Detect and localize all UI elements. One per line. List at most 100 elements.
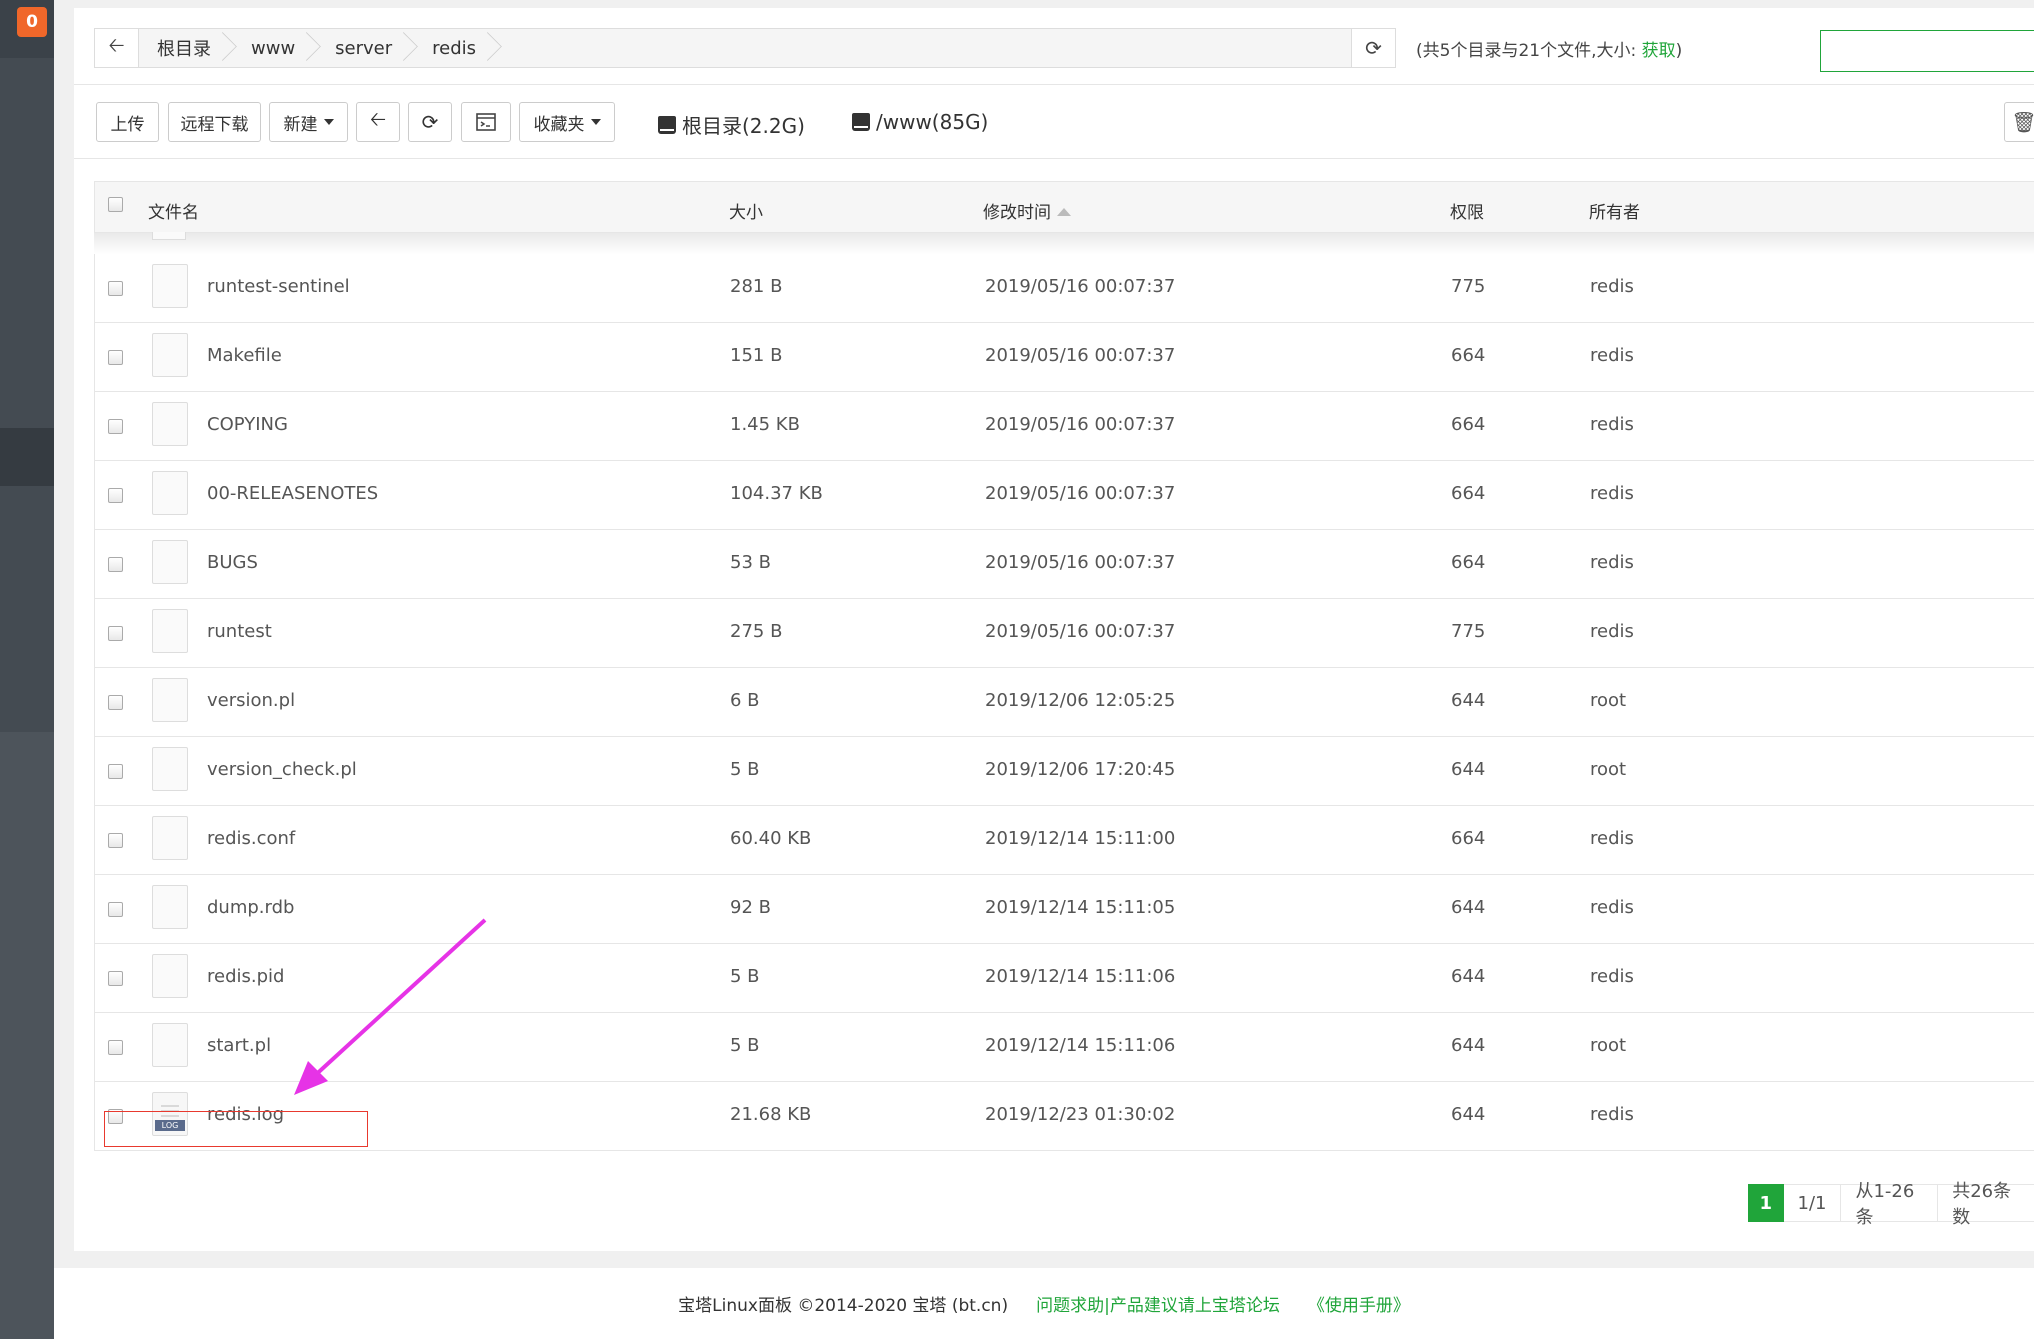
breadcrumb-www[interactable]: www (233, 29, 317, 67)
file-owner[interactable]: redis (1590, 897, 1634, 918)
file-permission[interactable]: 664 (1451, 483, 1485, 504)
breadcrumb-redis[interactable]: redis (414, 29, 498, 67)
header-modified[interactable]: 修改时间 (983, 198, 1071, 223)
row-checkbox[interactable] (108, 833, 123, 848)
file-name[interactable]: runtest-sentinel (207, 276, 350, 297)
file-permission[interactable]: 644 (1451, 1104, 1485, 1125)
file-owner[interactable]: redis (1590, 414, 1634, 435)
trash-icon[interactable]: 🗑 (2004, 102, 2034, 142)
file-name[interactable]: 00-RELEASENOTES (207, 483, 378, 504)
file-permission[interactable]: 664 (1451, 345, 1485, 366)
table-row[interactable]: BUGS 53 B 2019/05/16 00:07:37 664 redis (94, 530, 2034, 599)
row-checkbox[interactable] (108, 626, 123, 641)
highlight-box (104, 1111, 368, 1147)
notification-badge[interactable]: 0 (17, 7, 47, 37)
file-modified: 2019/05/16 00:07:37 (985, 345, 1176, 366)
file-modified: 2019/05/16 00:07:37 (985, 414, 1176, 435)
divider (74, 84, 2034, 85)
file-name[interactable]: runtest (207, 621, 272, 642)
file-permission[interactable]: 644 (1451, 1035, 1485, 1056)
file-owner[interactable]: redis (1590, 483, 1634, 504)
file-permission[interactable]: 664 (1451, 552, 1485, 573)
file-size: 6 B (730, 690, 760, 711)
header-size[interactable]: 大小 (729, 198, 763, 223)
row-checkbox[interactable] (108, 971, 123, 986)
breadcrumb-root[interactable]: 根目录 (139, 29, 233, 67)
file-name[interactable]: COPYING (207, 414, 288, 435)
refresh-icon[interactable]: ⟳ (1351, 29, 1395, 67)
refresh-icon[interactable]: ⟳ (408, 102, 452, 142)
file-name[interactable]: version.pl (207, 690, 295, 711)
new-label: 新建 (283, 114, 318, 135)
file-permission[interactable]: 644 (1451, 966, 1485, 987)
row-checkbox[interactable] (108, 350, 123, 365)
search-input[interactable] (1820, 30, 2034, 72)
file-size: 5 B (730, 1035, 760, 1056)
row-checkbox[interactable] (108, 1040, 123, 1055)
row-checkbox[interactable] (108, 419, 123, 434)
file-permission[interactable]: 644 (1451, 690, 1485, 711)
table-row[interactable]: 00-RELEASENOTES 104.37 KB 2019/05/16 00:07… (94, 461, 2034, 530)
file-owner[interactable]: root (1590, 759, 1626, 780)
row-checkbox[interactable] (108, 902, 123, 917)
table-row[interactable]: COPYING 1.45 KB 2019/05/16 00:07:37 664 redi… (94, 392, 2034, 461)
file-permission[interactable]: 775 (1451, 621, 1485, 642)
row-checkbox[interactable] (108, 557, 123, 572)
favorites-dropdown-button[interactable]: 收藏夹 (519, 102, 615, 142)
footer-forum-link[interactable]: 问题求助|产品建议请上宝塔论坛 (1036, 1291, 1280, 1316)
file-owner[interactable]: redis (1590, 552, 1634, 573)
file-modified: 2019/12/06 17:20:45 (985, 759, 1176, 780)
file-owner[interactable]: redis (1590, 621, 1634, 642)
table-row[interactable]: version.pl 6 B 2019/12/06 12:05:25 644 root (94, 668, 2034, 737)
file-permission[interactable]: 664 (1451, 828, 1485, 849)
header-permission[interactable]: 权限 (1450, 198, 1484, 223)
file-modified: 2019/05/16 00:07:37 (985, 621, 1176, 642)
file-owner[interactable]: root (1590, 1035, 1626, 1056)
file-name[interactable]: redis.pid (207, 966, 284, 987)
select-all-checkbox[interactable] (108, 197, 123, 212)
file-name[interactable]: redis.conf (207, 828, 295, 849)
row-checkbox[interactable] (108, 764, 123, 779)
row-checkbox[interactable] (108, 695, 123, 710)
new-dropdown-button[interactable]: 新建 (269, 102, 348, 142)
terminal-icon[interactable] (461, 102, 511, 142)
upload-button[interactable]: 上传 (96, 102, 159, 142)
table-row[interactable]: Makefile 151 B 2019/05/16 00:07:37 664 redis (94, 323, 2034, 392)
file-name[interactable]: Makefile (207, 345, 282, 366)
table-row[interactable]: version_check.pl 5 B 2019/12/06 17:20:45 64… (94, 737, 2034, 806)
file-owner[interactable]: root (1590, 690, 1626, 711)
file-permission[interactable]: 664 (1451, 414, 1485, 435)
table-row[interactable]: redis.conf 60.40 KB 2019/12/14 15:11:00 664… (94, 806, 2034, 875)
row-checkbox[interactable] (108, 488, 123, 503)
file-name[interactable]: version_check.pl (207, 759, 357, 780)
file-owner[interactable]: redis (1590, 1104, 1634, 1125)
file-permission[interactable]: 644 (1451, 759, 1485, 780)
page-current[interactable]: 1 (1748, 1184, 1784, 1222)
file-owner[interactable]: redis (1590, 276, 1634, 297)
file-owner[interactable]: redis (1590, 345, 1634, 366)
table-row[interactable]: runtest 275 B 2019/05/16 00:07:37 775 redis (94, 599, 2034, 668)
remote-download-button[interactable]: 远程下载 (168, 102, 261, 142)
disk-www-label: /www(85G) (876, 110, 989, 134)
breadcrumb-server[interactable]: server (317, 29, 414, 67)
disk-root[interactable]: 根目录(2.2G) (658, 110, 805, 139)
file-owner[interactable]: redis (1590, 966, 1634, 987)
summary-close: ) (1675, 41, 1683, 61)
file-name[interactable]: start.pl (207, 1035, 271, 1056)
row-checkbox[interactable] (108, 281, 123, 296)
sidebar-item-active[interactable] (0, 428, 54, 486)
table-row[interactable]: runtest-sentinel 281 B 2019/05/16 00:07:37… (94, 254, 2034, 323)
header-name[interactable]: 文件名 (148, 198, 199, 223)
get-size-link[interactable]: 获取 (1642, 41, 1676, 61)
file-icon (152, 816, 188, 860)
footer-manual-link[interactable]: 《使用手册》 (1308, 1291, 1410, 1316)
back-arrow-icon[interactable]: 🡠 (95, 29, 139, 67)
file-permission[interactable]: 775 (1451, 276, 1485, 297)
back-arrow-icon[interactable]: 🡠 (356, 102, 400, 142)
disk-www[interactable]: /www(85G) (852, 110, 988, 134)
file-name[interactable]: BUGS (207, 552, 258, 573)
file-size: 275 B (730, 621, 783, 642)
header-owner[interactable]: 所有者 (1589, 198, 1640, 223)
file-permission[interactable]: 644 (1451, 897, 1485, 918)
file-owner[interactable]: redis (1590, 828, 1634, 849)
